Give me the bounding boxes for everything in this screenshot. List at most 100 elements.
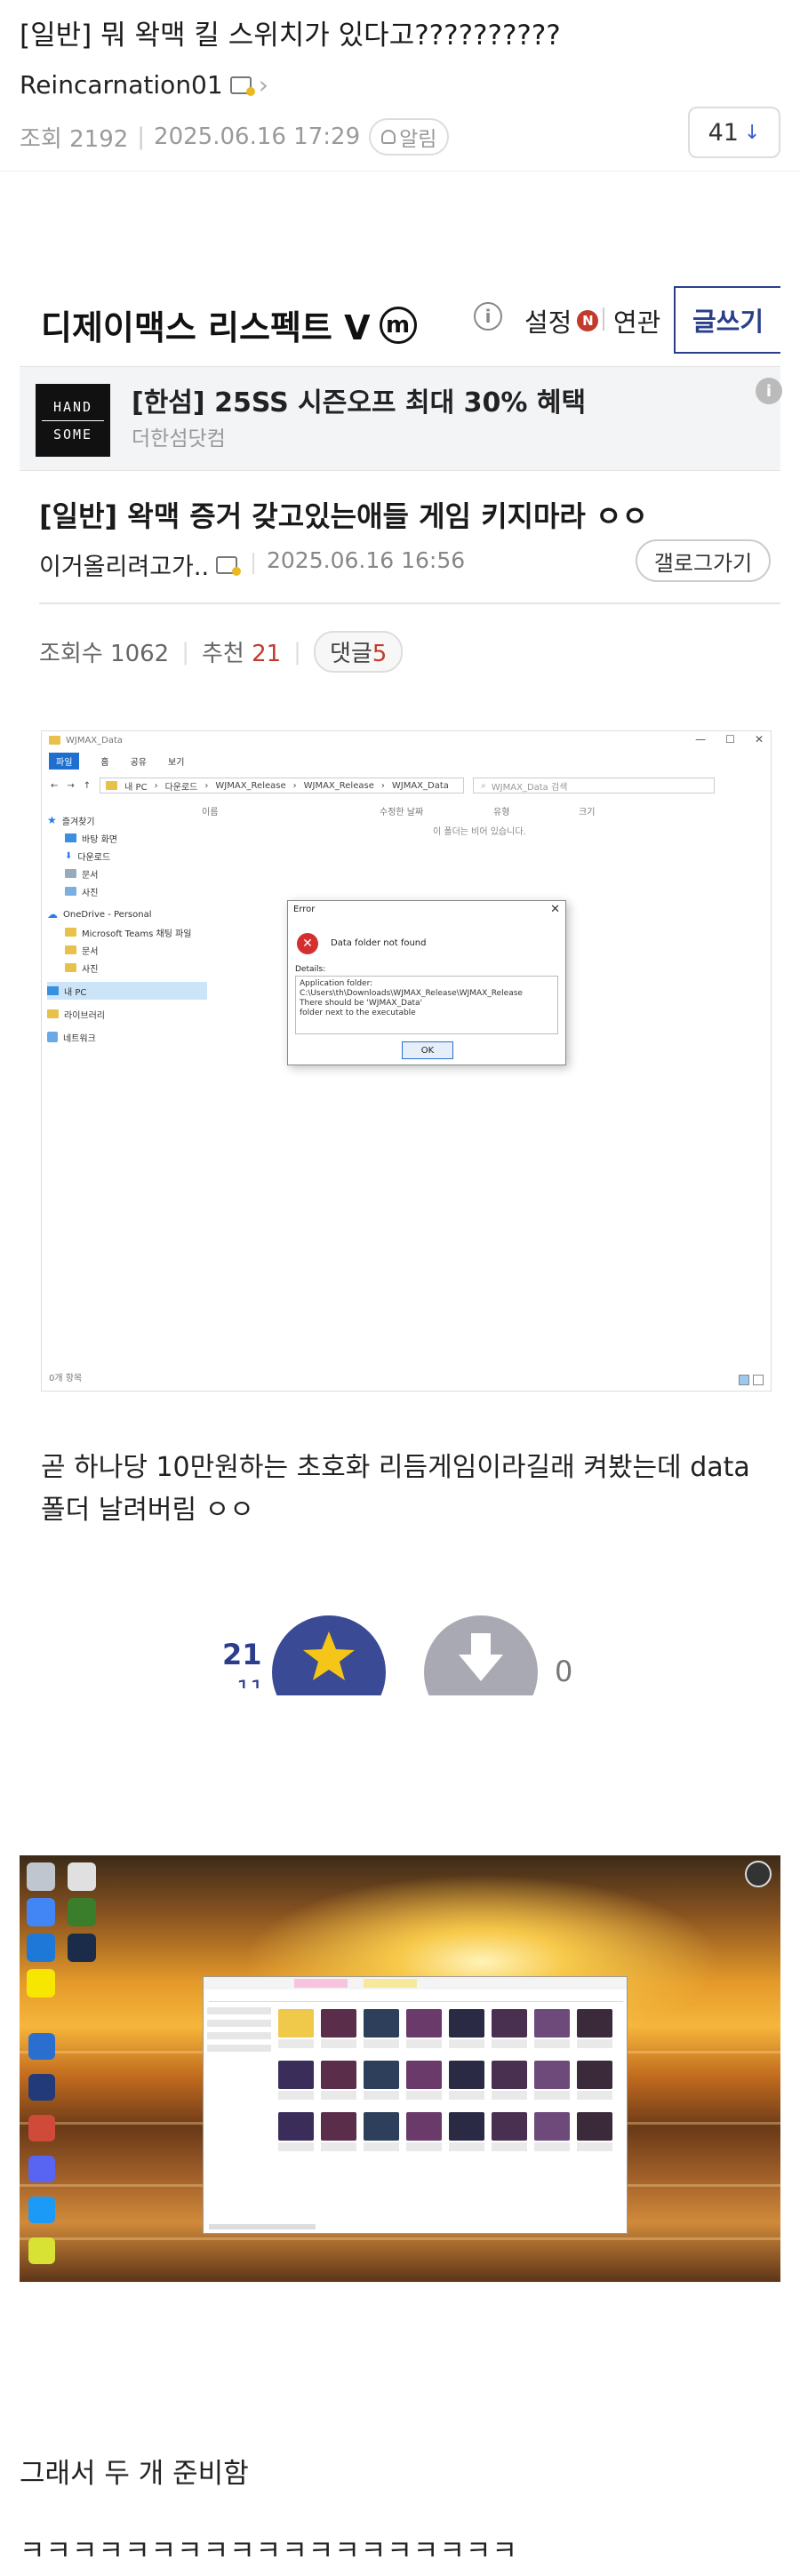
file-item	[449, 2009, 488, 2048]
desktop-app-icon	[28, 2033, 55, 2060]
file-item	[406, 2061, 445, 2100]
write-button[interactable]: 글쓰기	[674, 286, 780, 354]
new-badge: N	[577, 310, 599, 331]
recommend: 추천 21	[202, 635, 281, 668]
column-headers: 이름 수정한 날짜 유형 크기	[202, 804, 762, 817]
sidebar-label: 바탕 화면	[82, 834, 117, 845]
chrome-icon	[27, 1898, 55, 1926]
ad-info-icon[interactable]: i	[756, 378, 782, 404]
explorer-search: ⌕ WJMAX_Data 검색	[473, 778, 716, 794]
sidebar-label: 네트워크	[63, 1033, 96, 1044]
file-label	[534, 2091, 570, 2100]
upvote-count: 21	[222, 1638, 262, 1671]
error-dialog: Error ✕ ✕ Data folder not found Details:…	[287, 900, 566, 1065]
ribbon-tab: 파일	[49, 752, 80, 770]
file-label	[364, 2039, 399, 2048]
gallery-title: 디제이맥스 리스펙트 V m	[41, 300, 417, 349]
author-link[interactable]: Reincarnation01 ›	[20, 70, 268, 100]
file-item	[406, 2009, 445, 2048]
column-header: 수정한 날짜	[380, 808, 424, 817]
file-item	[321, 2009, 360, 2048]
download-icon: ⬇	[65, 850, 73, 861]
file-grid	[278, 2009, 616, 2151]
post-meta: 조회 2192 | 2025.06.16 17:29 알림	[20, 118, 450, 156]
window-controls: — ☐ ✕	[695, 733, 764, 746]
file-item	[321, 2061, 360, 2100]
file-label	[364, 2091, 399, 2100]
ad-logo-bottom: SOME	[52, 426, 93, 443]
file-item	[364, 2061, 403, 2100]
settings-label: 설정	[524, 307, 572, 338]
video-thumbnail	[406, 2009, 442, 2038]
picture-icon	[65, 887, 76, 896]
downvote-circle	[424, 1615, 538, 1695]
desktop-app-icon	[68, 1898, 96, 1926]
folder-icon	[65, 963, 76, 972]
star-icon: ★	[47, 814, 57, 826]
explorer-titlebar: WJMAX_Data — ☐ ✕	[42, 731, 771, 749]
file-item	[534, 2009, 573, 2048]
video-thumbnail	[321, 2061, 356, 2089]
close-icon: ✕	[550, 903, 560, 916]
file-item	[577, 2061, 616, 2100]
sidebar-item-downloads: ⬇ 다운로드	[47, 847, 207, 865]
video-thumbnail	[534, 2112, 570, 2141]
file-label	[278, 2142, 314, 2151]
explorer-ribbon: 파일 홈 공유 보기	[42, 751, 771, 770]
address-bar	[209, 1993, 623, 2002]
gallog-button[interactable]: 갤로그가기	[636, 539, 771, 582]
post-date: 2025.06.16 17:29	[154, 124, 361, 150]
sidebar-item	[207, 2045, 271, 2052]
related-button[interactable]: 연관	[613, 302, 660, 339]
path-segment: WJMAX_Data	[391, 780, 449, 791]
explorer-tab	[364, 1979, 417, 1988]
ad-logo-top: HAND	[52, 398, 93, 415]
upvote-button[interactable]	[272, 1615, 386, 1695]
star-icon	[303, 1631, 355, 1680]
path-segment: 내 PC	[124, 782, 148, 793]
explorer-screenshot: WJMAX_Data — ☐ ✕ 파일 홈 공유 보기 ← → ↑ 내 PC › …	[41, 730, 772, 1392]
gallery-name: 디제이맥스 리스펙트 V	[41, 308, 371, 347]
downvote-button[interactable]	[424, 1615, 538, 1695]
post-text-line: 그래서 두 개 준비함	[20, 2458, 249, 2490]
desktop-app-icon	[68, 1862, 96, 1891]
cloud-icon: ☁	[47, 908, 58, 921]
file-label	[449, 2039, 484, 2048]
alarm-button[interactable]: 알림	[369, 118, 450, 156]
post-title: [일반] 뭐 왁맥 킬 스위치가 있다고??????????	[20, 20, 561, 52]
sidebar-item-network: 네트워크	[47, 1028, 207, 1046]
video-thumbnail	[577, 2009, 612, 2038]
ad-source: 더한섬닷컴	[132, 427, 226, 451]
folder-icon	[49, 736, 60, 745]
file-label	[364, 2142, 399, 2151]
file-item	[321, 2112, 360, 2151]
info-icon[interactable]: i	[474, 302, 502, 331]
inner-author[interactable]: 이거올리려고가..	[39, 547, 242, 582]
details-view-icon	[739, 1375, 749, 1385]
settings-button[interactable]: 설정 N	[524, 302, 599, 339]
downvote-count: 0	[555, 1655, 573, 1688]
file-label	[492, 2039, 527, 2048]
path-segment: WJMAX_Release	[303, 780, 374, 791]
video-thumbnail	[577, 2112, 612, 2141]
file-label	[492, 2142, 527, 2151]
file-item	[577, 2112, 616, 2151]
reply-count-button[interactable]: 댓글5	[313, 631, 404, 673]
error-message: Data folder not found	[331, 938, 427, 948]
upvote-fixed-count: - 11	[222, 1676, 264, 1688]
edge-icon	[27, 1934, 55, 1962]
pc-icon	[47, 986, 59, 995]
file-label	[406, 2039, 442, 2048]
post-body-text: 곧 하나당 10만원하는 초호화 리듬게임이라길래 켜봤는데 data 폴더 날…	[41, 1452, 750, 1526]
desktop-explorer-window	[203, 1976, 628, 2234]
path-segment: WJMAX_Release	[215, 780, 286, 791]
ribbon-tab: 공유	[130, 757, 148, 768]
video-thumbnail	[449, 2009, 484, 2038]
ad-title[interactable]: [한섬] 25SS 시즌오프 최대 30% 혜택	[132, 380, 586, 419]
document-icon	[65, 869, 76, 878]
video-thumbnail	[364, 2112, 399, 2141]
comment-count-button[interactable]: 41 ↓	[688, 107, 780, 158]
inner-post-title: [일반] 왁맥 증거 갖고있는애들 게임 키지마라 ㅇㅇ	[39, 499, 648, 533]
sidebar-item	[207, 2032, 271, 2039]
sidebar-label: 사진	[82, 888, 99, 898]
